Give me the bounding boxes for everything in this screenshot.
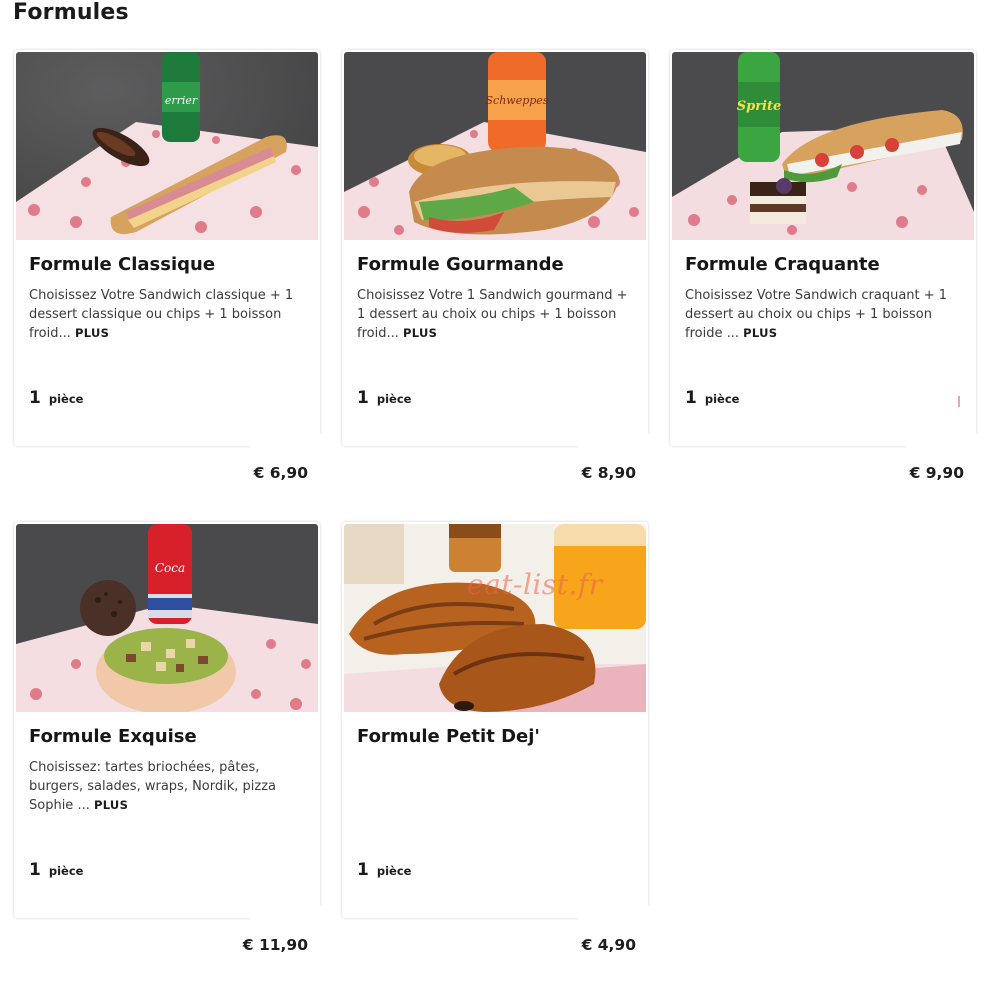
- accent-mark: [958, 396, 960, 407]
- product-name[interactable]: Formule Exquise: [29, 726, 197, 747]
- product-image[interactable]: Schweppes: [344, 52, 646, 240]
- quantity: 1 pièce: [29, 388, 83, 408]
- divider: [250, 434, 322, 452]
- sandwich-sprite-cake-photo: Sprite: [672, 52, 974, 240]
- product-card-gourmande[interactable]: Schweppes Formule Gourmande Choisissez V…: [342, 50, 650, 482]
- product-image[interactable]: [344, 524, 646, 712]
- product-description: Choisissez Votre 1 Sandwich gourmand + 1…: [357, 286, 637, 343]
- salad-cocacola-cookie-photo: Coca: [16, 524, 318, 712]
- quantity: 1 pièce: [357, 388, 411, 408]
- product-name[interactable]: Formule Petit Dej': [357, 726, 540, 747]
- product-price: € 6,90: [253, 464, 308, 482]
- product-image[interactable]: Sprite: [672, 52, 974, 240]
- quantity-value: 1: [685, 388, 697, 408]
- sandwich-perrier-eclair-photo: errier: [16, 52, 318, 240]
- more-link[interactable]: PLUS: [75, 326, 109, 340]
- quantity: 1 pièce: [357, 860, 411, 880]
- divider: [906, 434, 978, 452]
- quantity-value: 1: [29, 388, 41, 408]
- quantity-value: 1: [357, 388, 369, 408]
- description-text: Choisissez Votre 1 Sandwich gourmand + 1…: [357, 288, 628, 341]
- quantity-unit: pièce: [704, 392, 740, 406]
- svg-text:Schweppes: Schweppes: [486, 94, 549, 107]
- product-price: € 9,90: [909, 464, 964, 482]
- quantity: 1 pièce: [685, 388, 739, 408]
- quantity-unit: pièce: [376, 864, 412, 878]
- svg-text:Sprite: Sprite: [737, 99, 782, 114]
- more-link[interactable]: PLUS: [403, 326, 437, 340]
- product-name[interactable]: Formule Classique: [29, 254, 215, 275]
- svg-text:Coca: Coca: [155, 561, 185, 575]
- quantity-value: 1: [357, 860, 369, 880]
- product-description: Choisissez Votre Sandwich craquant + 1 d…: [685, 286, 965, 343]
- description-text: Choisissez Votre Sandwich classique + 1 …: [29, 288, 294, 341]
- svg-text:errier: errier: [165, 94, 198, 107]
- product-card-petit-dej[interactable]: eat-list.fr Formule Petit Dej' 1 pièce €…: [342, 522, 650, 954]
- product-name[interactable]: Formule Craquante: [685, 254, 880, 275]
- product-image[interactable]: errier: [16, 52, 318, 240]
- quantity-value: 1: [29, 860, 41, 880]
- quantity-unit: pièce: [376, 392, 412, 406]
- product-card-exquise[interactable]: Coca Formule Exquise Choisissez: tartes …: [14, 522, 322, 954]
- product-description: Choisissez: tartes briochées, pâtes, bur…: [29, 758, 309, 815]
- section-title: Formules: [13, 0, 129, 25]
- more-link[interactable]: PLUS: [94, 798, 128, 812]
- croissant-orange-juice-photo: [344, 524, 646, 712]
- product-image[interactable]: Coca: [16, 524, 318, 712]
- divider: [578, 906, 650, 924]
- quantity-unit: pièce: [48, 864, 84, 878]
- product-name[interactable]: Formule Gourmande: [357, 254, 564, 275]
- product-card-craquante[interactable]: Sprite Formule Craquante Choisissez Votr…: [670, 50, 978, 482]
- product-card-classique[interactable]: errier Formule Classique Choisissez Votr…: [14, 50, 322, 482]
- product-price: € 11,90: [242, 936, 308, 954]
- description-text: Choisissez Votre Sandwich craquant + 1 d…: [685, 288, 948, 341]
- quantity: 1 pièce: [29, 860, 83, 880]
- quantity-unit: pièce: [48, 392, 84, 406]
- sandwich-schweppes-tartlet-photo: Schweppes: [344, 52, 646, 240]
- divider: [578, 434, 650, 452]
- more-link[interactable]: PLUS: [743, 326, 777, 340]
- description-text: Choisissez: tartes briochées, pâtes, bur…: [29, 760, 277, 813]
- product-price: € 8,90: [581, 464, 636, 482]
- product-price: € 4,90: [581, 936, 636, 954]
- divider: [250, 906, 322, 924]
- product-description: Choisissez Votre Sandwich classique + 1 …: [29, 286, 309, 343]
